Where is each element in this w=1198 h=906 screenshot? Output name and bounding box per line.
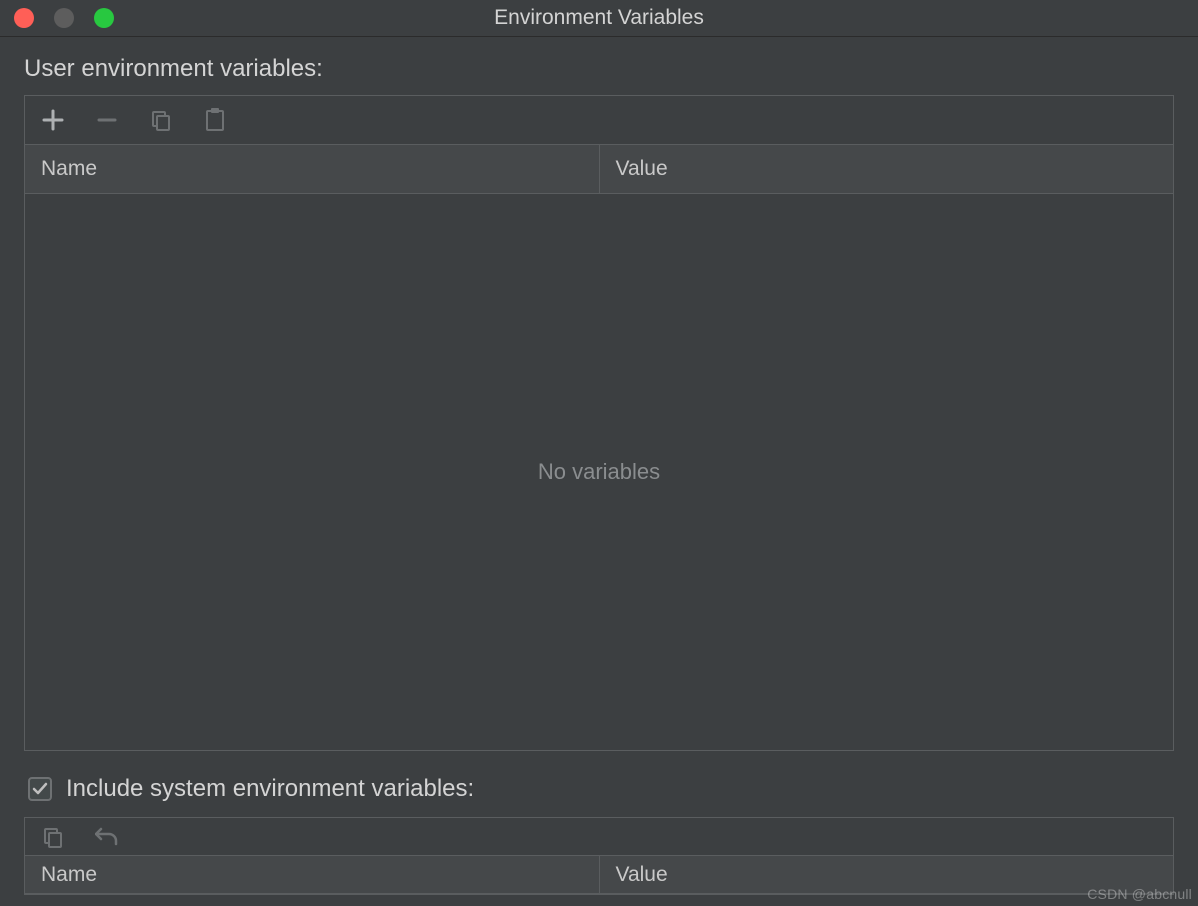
window-controls (0, 8, 114, 28)
empty-state-text: No variables (538, 459, 660, 485)
copy-system-button[interactable] (39, 823, 67, 851)
user-vars-panel: Name Value No variables (24, 95, 1174, 751)
window-title: Environment Variables (0, 6, 1198, 30)
include-system-row: Include system environment variables: (28, 775, 1174, 803)
user-vars-toolbar (25, 96, 1173, 145)
column-value[interactable]: Value (600, 145, 1174, 193)
minimize-icon[interactable] (54, 8, 74, 28)
copy-icon (42, 826, 64, 848)
user-vars-table-body: No variables (25, 194, 1173, 750)
plus-icon (42, 109, 64, 131)
remove-button[interactable] (93, 106, 121, 134)
system-vars-table-header: Name Value (25, 856, 1173, 894)
column-name[interactable]: Name (25, 856, 600, 893)
copy-icon (150, 109, 172, 131)
system-vars-panel: Name Value (24, 817, 1174, 895)
paste-icon (205, 108, 225, 132)
close-icon[interactable] (14, 8, 34, 28)
add-button[interactable] (39, 106, 67, 134)
checkmark-icon (32, 781, 48, 797)
column-name[interactable]: Name (25, 145, 600, 193)
user-vars-label: User environment variables: (24, 55, 1174, 83)
user-vars-table-header: Name Value (25, 145, 1173, 194)
system-vars-toolbar (25, 818, 1173, 856)
column-value[interactable]: Value (600, 856, 1174, 893)
paste-button[interactable] (201, 106, 229, 134)
minus-icon (96, 109, 118, 131)
maximize-icon[interactable] (94, 8, 114, 28)
include-system-checkbox[interactable] (28, 777, 52, 801)
revert-system-button[interactable] (93, 823, 121, 851)
titlebar: Environment Variables (0, 0, 1198, 37)
include-system-label: Include system environment variables: (66, 775, 474, 803)
revert-icon (95, 826, 119, 848)
copy-button[interactable] (147, 106, 175, 134)
